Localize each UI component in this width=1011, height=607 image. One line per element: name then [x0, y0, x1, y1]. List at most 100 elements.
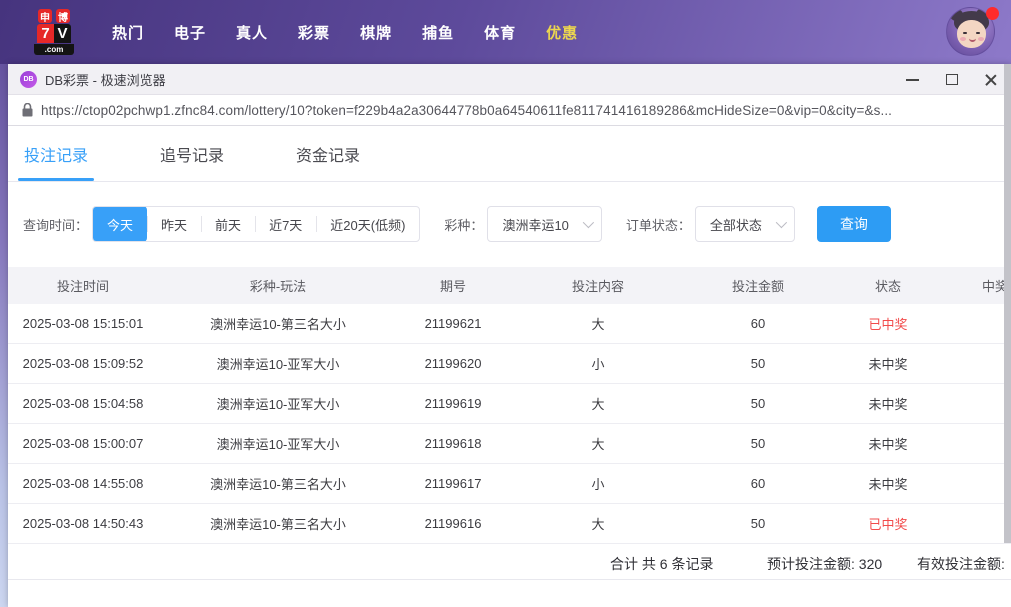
- cell-bet-content: 大: [591, 517, 605, 532]
- time-option[interactable]: 昨天: [147, 207, 201, 241]
- cell-game-play: 澳洲幸运10-第三名大小: [210, 317, 346, 332]
- time-filter-group: 今天 昨天 前天 近7天 近20天(低频): [92, 206, 421, 242]
- cell-bet-content: 大: [591, 437, 605, 452]
- logo-char-1: 申: [38, 9, 52, 24]
- close-icon[interactable]: [984, 73, 997, 86]
- cell-issue-no: 21199619: [424, 396, 482, 411]
- cell-bet-time: 2025-03-08 15:04:58: [22, 396, 144, 411]
- maximize-icon[interactable]: [945, 73, 958, 86]
- cell-bet-content: 小: [591, 477, 605, 492]
- time-option[interactable]: 近7天: [255, 207, 316, 241]
- cell-game-play: 澳洲幸运10-第三名大小: [210, 517, 346, 532]
- tab[interactable]: 资金记录: [296, 126, 360, 181]
- logo-7: 7: [37, 24, 54, 43]
- site-nav: 热门 电子 真人 彩票 棋牌 捕鱼 体育 优惠: [112, 22, 578, 43]
- nav-item[interactable]: 真人: [236, 22, 268, 43]
- cell-bet-time: 2025-03-08 14:50:43: [22, 516, 144, 531]
- status-select[interactable]: 全部状态: [694, 206, 795, 242]
- logo-mid-row: 7 V: [37, 24, 71, 43]
- nav-item[interactable]: 优惠: [546, 22, 578, 43]
- notification-dot: [986, 7, 999, 20]
- user-avatar[interactable]: [946, 7, 999, 56]
- time-option[interactable]: 近20天(低频): [316, 207, 419, 241]
- lottery-select-value: 澳洲幸运10: [502, 217, 569, 233]
- lottery-select[interactable]: 澳洲幸运10: [487, 206, 602, 242]
- summary-valid-amount: 有效投注金额:: [917, 556, 1005, 572]
- logo-char-2: 博: [56, 9, 70, 24]
- scrollbar[interactable]: [1004, 64, 1011, 543]
- cell-issue-no: 21199621: [424, 316, 482, 331]
- cell-game-play: 澳洲幸运10-亚军大小: [216, 437, 340, 452]
- cell-bet-amount: 50: [750, 356, 766, 371]
- cell-issue-no: 21199618: [424, 436, 482, 451]
- tab[interactable]: 投注记录: [17, 126, 95, 181]
- minimize-icon[interactable]: [906, 73, 919, 86]
- summary-expected-amount: 预计投注金额: 320: [767, 556, 883, 572]
- cell-bet-amount: 60: [750, 316, 766, 331]
- avatar-eye: [963, 32, 967, 34]
- cell-status: 已中奖: [868, 317, 908, 332]
- table-row: 2025-03-08 15:04:58 澳洲幸运10-亚军大小 21199619 大 5…: [8, 384, 1011, 424]
- cell-status: 未中奖: [868, 397, 908, 412]
- browser-title-bar: DB DB彩票 - 极速浏览器: [8, 64, 1011, 95]
- nav-item[interactable]: 棋牌: [360, 22, 392, 43]
- window-title: DB彩票 - 极速浏览器: [45, 72, 166, 88]
- table-row: 2025-03-08 14:55:08 澳洲幸运10-第三名大小 21199617 小…: [8, 464, 1011, 504]
- tabs-row: 投注记录 追号记录 资金记录: [8, 126, 1011, 182]
- cell-bet-content: 大: [591, 397, 605, 412]
- cell-win-amount: 9: [948, 516, 1011, 531]
- nav-item[interactable]: 热门: [112, 22, 144, 43]
- logo-top-row: 申 博: [38, 9, 70, 24]
- table-row: 2025-03-08 15:00:07 澳洲幸运10-亚军大小 21199618 大 5…: [8, 424, 1011, 464]
- cell-issue-no: 21199620: [424, 356, 482, 371]
- summary-total-count: 合计 共 6 条记录: [610, 556, 714, 572]
- url-bar[interactable]: https://ctop02pchwp1.zfnc84.com/lottery/…: [8, 95, 1011, 126]
- nav-item[interactable]: 捕鱼: [422, 22, 454, 43]
- time-option[interactable]: 前天: [201, 207, 255, 241]
- cell-status: 已中奖: [868, 517, 908, 532]
- site-logo[interactable]: 申 博 7 V .com: [22, 9, 86, 55]
- cell-status: 未中奖: [868, 357, 908, 372]
- time-filter-label: 查询时间：: [23, 217, 89, 233]
- filter-bar: 查询时间： 今天 昨天 前天 近7天 近20天(低频) 彩种： 澳洲幸运10 订单状态：…: [8, 206, 1011, 242]
- table-body: 2025-03-08 15:15:01 澳洲幸运10-第三名大小 21199621 大…: [8, 304, 1011, 544]
- cell-issue-no: 21199616: [424, 516, 482, 531]
- status-select-value: 全部状态: [709, 217, 762, 233]
- scrollbar-thumb[interactable]: [1004, 64, 1011, 543]
- avatar-face: [957, 20, 986, 48]
- tab[interactable]: 追号记录: [160, 126, 224, 181]
- logo-com: .com: [34, 44, 74, 55]
- status-filter-label: 订单状态：: [625, 217, 691, 233]
- site-header: 申 博 7 V .com 热门 电子 真人 彩票 棋牌 捕鱼 体育 优惠: [0, 0, 1011, 64]
- chevron-down-icon: [775, 216, 788, 229]
- nav-item[interactable]: 体育: [484, 22, 516, 43]
- browser-window: DB DB彩票 - 极速浏览器 https://ctop02pchwp1.zfn…: [8, 64, 1011, 607]
- cell-bet-amount: 60: [750, 476, 766, 491]
- favicon-db: DB: [20, 70, 37, 88]
- search-button[interactable]: 查询: [816, 206, 891, 242]
- avatar-blush: [978, 37, 984, 41]
- table-header-row: 投注时间 彩种-玩法 期号 投注内容 投注金额 状态 中奖金额: [8, 267, 1011, 304]
- cell-bet-time: 2025-03-08 15:00:07: [22, 436, 144, 451]
- cell-bet-content: 小: [591, 357, 605, 372]
- cell-game-play: 澳洲幸运10-亚军大小: [216, 357, 340, 372]
- avatar-blush: [960, 37, 966, 41]
- chevron-down-icon: [582, 216, 594, 229]
- column-header: 彩种-玩法: [249, 279, 307, 294]
- cell-bet-amount: 50: [750, 436, 766, 451]
- nav-item[interactable]: 电子: [174, 22, 206, 43]
- cell-status: 未中奖: [868, 437, 908, 452]
- cell-bet-time: 2025-03-08 15:15:01: [22, 316, 144, 331]
- time-option[interactable]: 今天: [93, 207, 148, 241]
- cell-bet-time: 2025-03-08 15:09:52: [22, 356, 144, 371]
- lock-icon: [22, 103, 33, 117]
- cell-bet-amount: 50: [750, 516, 766, 531]
- cell-game-play: 澳洲幸运10-第三名大小: [210, 477, 346, 492]
- url-text: https://ctop02pchwp1.zfnc84.com/lottery/…: [41, 102, 893, 118]
- column-header: 投注内容: [571, 279, 624, 294]
- window-controls: [906, 64, 1001, 95]
- column-header: 期号: [439, 279, 466, 294]
- cell-bet-amount: 50: [750, 396, 766, 411]
- nav-item[interactable]: 彩票: [298, 22, 330, 43]
- avatar-eye: [976, 32, 980, 34]
